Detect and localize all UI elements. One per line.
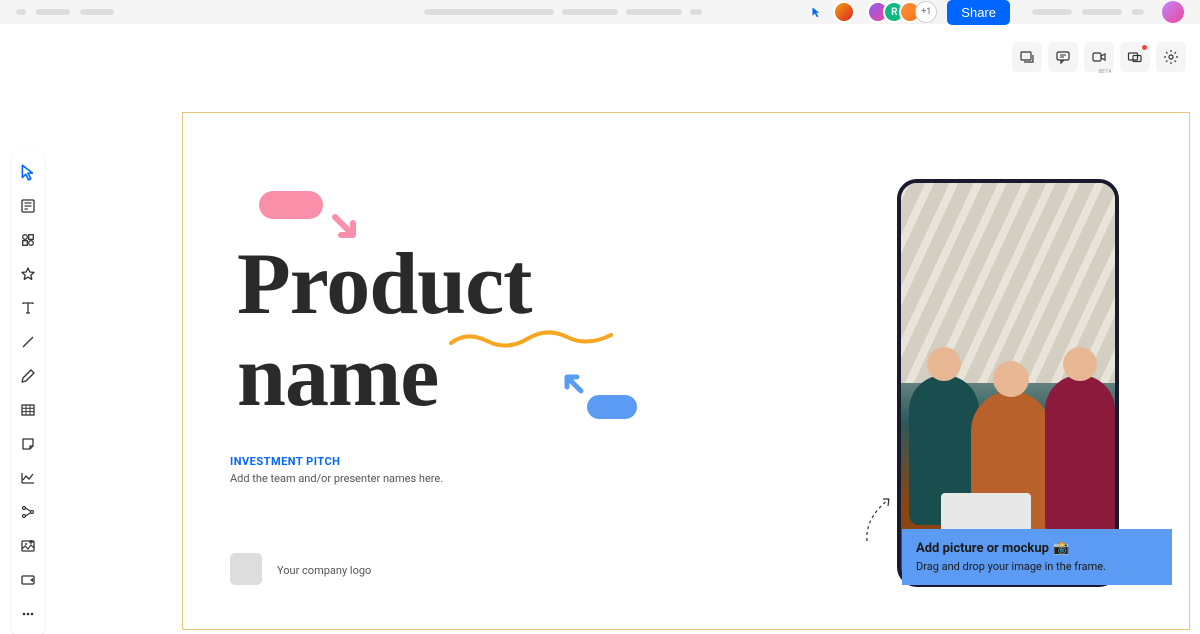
toolbar-placeholder bbox=[562, 9, 618, 15]
canvas-frame[interactable]: Product name INVESTMENT PITCH Add the te… bbox=[182, 112, 1190, 630]
toolbar-placeholder bbox=[424, 9, 554, 15]
decorative-blue-arrow-icon bbox=[561, 371, 585, 395]
title-line-1: Product bbox=[237, 236, 531, 333]
toolbar-placeholder bbox=[626, 9, 682, 15]
line-tool-icon[interactable] bbox=[16, 330, 40, 354]
logo-label: Your company logo bbox=[277, 564, 371, 577]
comment-icon[interactable] bbox=[1048, 42, 1078, 72]
slide-subtitle[interactable]: INVESTMENT PITCH bbox=[230, 455, 340, 468]
image-tool-icon[interactable] bbox=[16, 534, 40, 558]
table-tool-icon[interactable] bbox=[16, 398, 40, 422]
image-callout: Add picture or mockup 📸 Drag and drop yo… bbox=[902, 529, 1172, 585]
user-avatar[interactable] bbox=[1162, 1, 1184, 23]
image-frame[interactable] bbox=[897, 179, 1119, 587]
sticky-note-tool-icon[interactable] bbox=[16, 432, 40, 456]
toolbar-placeholder bbox=[36, 9, 70, 15]
settings-icon[interactable] bbox=[1156, 42, 1186, 72]
decorative-pink-pill bbox=[259, 191, 323, 219]
avatar-overflow-count[interactable]: +1 bbox=[915, 1, 937, 23]
toolbar-placeholder bbox=[690, 9, 702, 15]
avatar[interactable] bbox=[833, 1, 855, 23]
present-icon[interactable] bbox=[1120, 42, 1150, 72]
text-tool-icon[interactable] bbox=[16, 296, 40, 320]
chart-tool-icon[interactable] bbox=[16, 466, 40, 490]
decorative-squiggle-icon bbox=[447, 327, 617, 351]
beta-badge: BETA bbox=[1099, 69, 1112, 75]
notification-dot bbox=[1142, 45, 1147, 50]
slide-presenter-line[interactable]: Add the team and/or presenter names here… bbox=[230, 472, 443, 485]
action-bar: BETA bbox=[1012, 42, 1186, 72]
toolbar-placeholder bbox=[1032, 9, 1072, 15]
toolbar-placeholder bbox=[16, 9, 26, 15]
cursor-icon bbox=[811, 6, 823, 18]
logo-placeholder[interactable] bbox=[230, 553, 262, 585]
video-icon[interactable]: BETA bbox=[1084, 42, 1114, 72]
frame-tool-icon[interactable] bbox=[16, 568, 40, 592]
toolbar-sidebar bbox=[12, 152, 44, 634]
share-button[interactable]: Share bbox=[947, 0, 1010, 25]
topbar-left bbox=[16, 9, 114, 15]
decorative-blue-pill bbox=[587, 395, 637, 419]
toolbar-placeholder bbox=[1132, 9, 1144, 15]
callout-subtitle: Drag and drop your image in the frame. bbox=[916, 560, 1158, 573]
select-tool-icon[interactable] bbox=[16, 160, 40, 184]
toolbar-placeholder bbox=[80, 9, 114, 15]
pen-tool-icon[interactable] bbox=[16, 364, 40, 388]
more-tool-icon[interactable] bbox=[16, 602, 40, 626]
collaborator-avatars[interactable]: R +1 bbox=[873, 1, 937, 23]
template-tool-icon[interactable] bbox=[16, 194, 40, 218]
topbar-far-right bbox=[1032, 1, 1184, 23]
connector-tool-icon[interactable] bbox=[16, 500, 40, 524]
camera-emoji-icon: 📸 bbox=[1053, 541, 1069, 556]
slides-icon[interactable] bbox=[1012, 42, 1042, 72]
callout-arrow-icon bbox=[859, 493, 899, 543]
image-placeholder-scene bbox=[901, 183, 1115, 583]
toolbar-placeholder bbox=[1082, 9, 1122, 15]
callout-title-text: Add picture or mockup bbox=[916, 541, 1049, 556]
collaborator-avatars[interactable] bbox=[833, 1, 855, 23]
shapes-tool-icon[interactable] bbox=[16, 228, 40, 252]
star-tool-icon[interactable] bbox=[16, 262, 40, 286]
callout-title: Add picture or mockup 📸 bbox=[916, 541, 1158, 556]
title-line-2: name bbox=[237, 328, 438, 425]
top-toolbar: R +1 Share bbox=[0, 0, 1200, 24]
topbar-right: R +1 Share bbox=[811, 0, 1184, 25]
